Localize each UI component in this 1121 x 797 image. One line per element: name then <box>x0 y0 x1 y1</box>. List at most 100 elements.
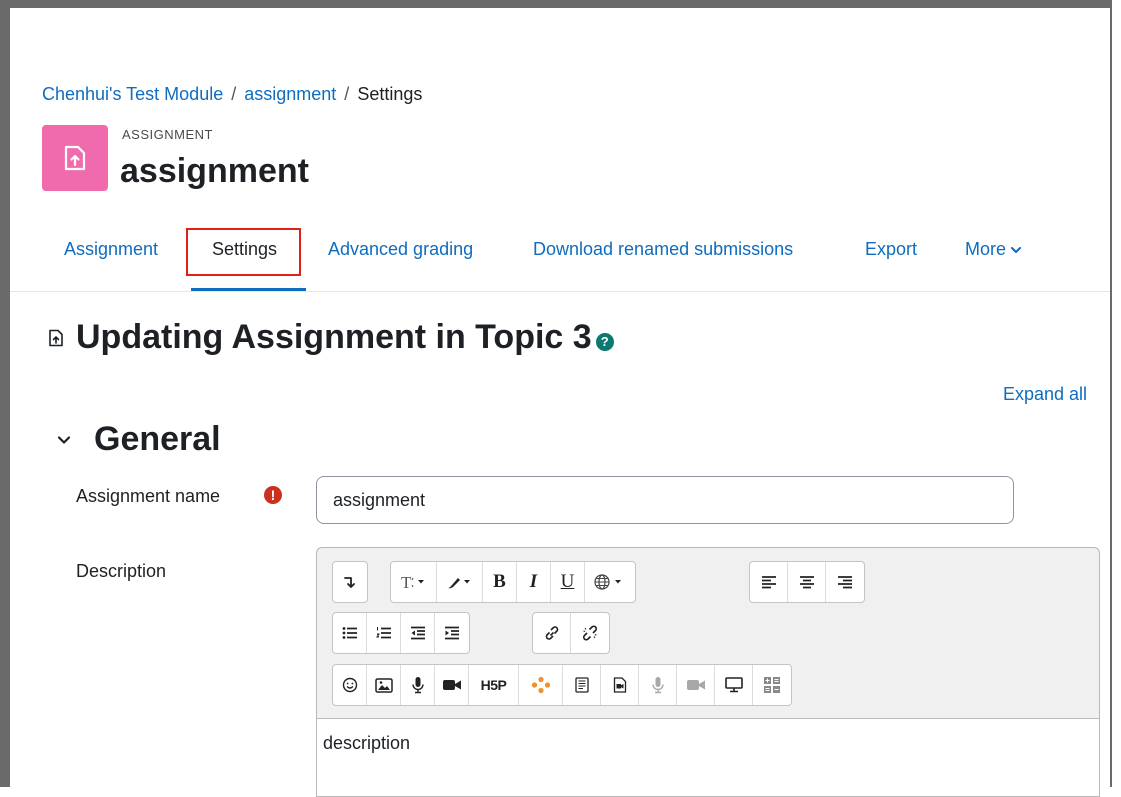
link-icon <box>545 626 558 640</box>
bold-button[interactable]: B <box>483 562 517 602</box>
assignment-name-input[interactable] <box>316 476 1014 524</box>
tab-more-label: More <box>965 239 1007 259</box>
window-frame-right-line <box>1110 0 1112 787</box>
page-heading-text: Updating Assignment in Topic 3 <box>76 318 592 356</box>
link-button[interactable] <box>533 613 571 653</box>
generico-button[interactable] <box>519 665 563 705</box>
language-button[interactable] <box>585 562 635 602</box>
media-button[interactable] <box>601 665 639 705</box>
toolbar-group-style: T B I U <box>390 561 636 603</box>
font-size-icon: T <box>401 573 424 591</box>
help-icon[interactable]: ? <box>595 332 614 351</box>
record-audio-disabled-icon <box>651 677 664 694</box>
screen-record-button[interactable] <box>715 665 753 705</box>
breadcrumb: Chenhui's Test Module / assignment / Setting… <box>42 84 422 105</box>
emoji-icon <box>342 677 357 693</box>
toolbar-group-collapse <box>332 561 368 603</box>
collapse-toolbar-button[interactable] <box>333 562 367 602</box>
toolbar-group-links <box>532 612 610 654</box>
indent-button[interactable] <box>435 613 469 653</box>
generico-icon <box>531 676 550 694</box>
h5p-button[interactable]: H5P <box>469 665 519 705</box>
description-label: Description <box>76 561 167 581</box>
bold-icon: B <box>493 571 506 592</box>
media-icon <box>613 677 626 693</box>
record-audio-disabled-button[interactable] <box>639 665 677 705</box>
toolbar-group-insert: H5P <box>332 664 792 706</box>
active-tab-underline <box>191 288 306 291</box>
chevron-down-icon <box>57 435 71 444</box>
toolbar-group-lists <box>332 612 470 654</box>
unlink-icon <box>583 625 597 641</box>
collapse-icon <box>344 577 355 588</box>
activity-type-label: ASSIGNMENT <box>122 127 213 142</box>
ordered-list-button[interactable] <box>367 613 401 653</box>
align-left-icon <box>761 576 776 589</box>
screen-icon <box>724 677 743 693</box>
toolbar-group-align <box>749 561 865 603</box>
settings-tab-highlight <box>186 228 301 276</box>
outdent-icon <box>410 626 425 640</box>
align-right-icon <box>838 576 852 589</box>
indent-icon <box>445 626 459 640</box>
ordered-list-icon <box>375 627 391 639</box>
section-title: General <box>94 420 221 458</box>
outdent-button[interactable] <box>401 613 435 653</box>
table-button[interactable] <box>753 665 791 705</box>
unlink-button[interactable] <box>571 613 609 653</box>
record-audio-button[interactable] <box>401 665 435 705</box>
tab-download-renamed-submissions[interactable]: Download renamed submissions <box>533 239 793 260</box>
breadcrumb-course-link[interactable]: Chenhui's Test Module <box>42 84 223 104</box>
expand-all-link[interactable]: Expand all <box>1003 384 1087 405</box>
template-button[interactable] <box>563 665 601 705</box>
svg-text:T: T <box>401 573 412 591</box>
paint-brush-icon <box>447 578 470 589</box>
page-title: assignment <box>120 152 309 190</box>
underline-icon: U <box>560 571 575 592</box>
assignment-name-label: Assignment name <box>76 486 221 506</box>
h5p-icon: H5P <box>480 677 507 693</box>
image-icon <box>374 677 393 693</box>
description-editor: T B I U H5P description <box>316 547 1100 797</box>
record-video-disabled-button[interactable] <box>677 665 715 705</box>
language-icon <box>594 574 621 590</box>
record-audio-icon <box>411 677 424 694</box>
breadcrumb-assignment-link[interactable]: assignment <box>244 84 336 104</box>
font-size-button[interactable]: T <box>391 562 437 602</box>
secondary-navigation: Assignment Settings Advanced grading Dow… <box>10 226 1110 292</box>
tab-advanced-grading[interactable]: Advanced grading <box>328 239 473 260</box>
window-frame-top <box>0 0 1110 8</box>
description-textarea[interactable]: description <box>317 718 1099 796</box>
image-button[interactable] <box>367 665 401 705</box>
tab-export[interactable]: Export <box>865 239 917 260</box>
emoji-button[interactable] <box>333 665 367 705</box>
chevron-down-icon <box>1011 246 1022 253</box>
italic-icon: I <box>529 571 538 592</box>
align-center-icon <box>799 576 814 589</box>
window-frame-left <box>0 0 10 787</box>
assignment-module-icon <box>42 125 108 191</box>
breadcrumb-separator: / <box>344 84 350 104</box>
record-video-button[interactable] <box>435 665 469 705</box>
assignment-icon <box>49 329 63 346</box>
template-icon <box>574 677 589 693</box>
underline-button[interactable]: U <box>551 562 585 602</box>
align-right-button[interactable] <box>826 562 864 602</box>
table-icon <box>764 677 780 693</box>
unordered-list-button[interactable] <box>333 613 367 653</box>
text-color-button[interactable] <box>437 562 483 602</box>
tab-more[interactable]: More <box>965 239 1022 260</box>
italic-button[interactable]: I <box>517 562 551 602</box>
tab-assignment[interactable]: Assignment <box>64 239 158 260</box>
record-video-icon <box>442 680 461 690</box>
required-icon: ! <box>264 486 282 504</box>
breadcrumb-separator: / <box>231 84 237 104</box>
page-heading: Updating Assignment in Topic 3 ? <box>48 318 614 357</box>
align-center-button[interactable] <box>788 562 826 602</box>
breadcrumb-current: Settings <box>357 84 423 104</box>
file-upload-icon <box>64 145 86 171</box>
align-left-button[interactable] <box>750 562 788 602</box>
unordered-list-icon <box>342 627 357 639</box>
description-text: description <box>323 733 411 753</box>
section-general-header[interactable]: General <box>56 420 221 459</box>
